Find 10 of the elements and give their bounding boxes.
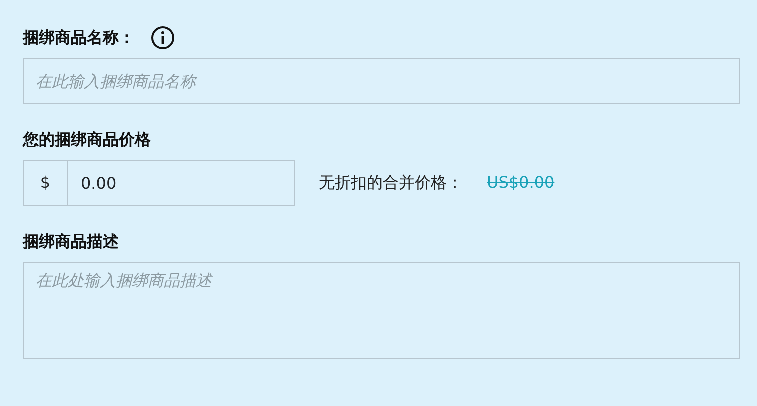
field-label: 您的捆绑商品价格 <box>23 129 152 151</box>
combined-price-label: 无折扣的合并价格： <box>319 172 463 194</box>
field-label: 捆绑商品描述 <box>23 231 120 253</box>
info-icon[interactable] <box>151 26 175 50</box>
field-label: 捆绑商品名称： <box>23 27 135 49</box>
price-input-field[interactable]: 0.00 <box>67 160 295 206</box>
combined-price-value: US$0.00 <box>487 172 555 194</box>
description-input-field[interactable]: 在此处输入捆绑商品描述 <box>23 262 740 359</box>
name-input-field[interactable]: 在此输入捆绑商品名称 <box>23 58 740 104</box>
currency-prefix: $ <box>23 160 68 206</box>
